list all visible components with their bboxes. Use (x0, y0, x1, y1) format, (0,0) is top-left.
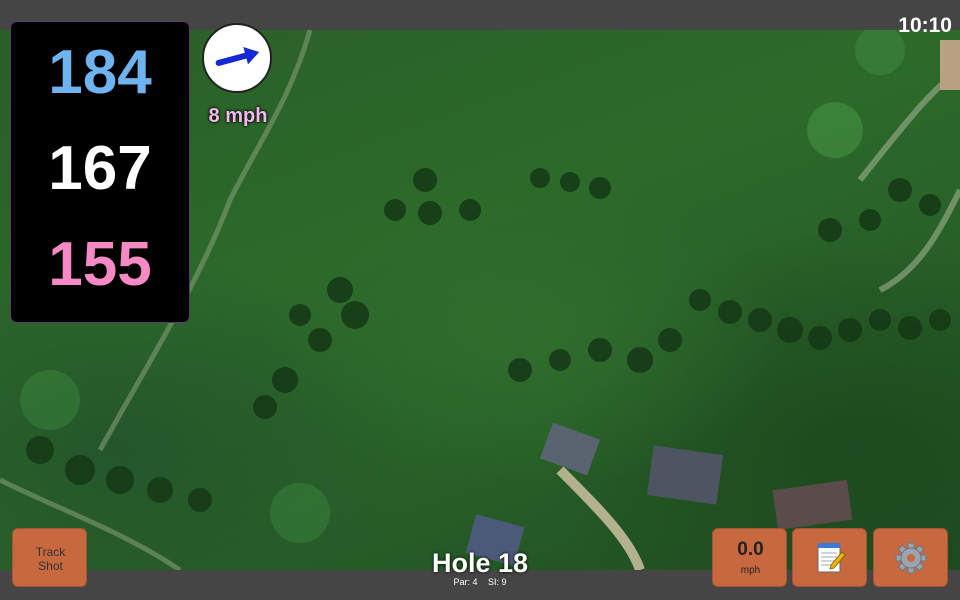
front-distance: 155 (48, 230, 152, 299)
speed-unit: mph (740, 565, 761, 576)
distance-panel: 184 167 155 (11, 22, 189, 322)
track-shot-label: Track Shot (35, 545, 66, 573)
gear-icon (895, 542, 927, 574)
clock: 10:10 (898, 14, 952, 37)
wind-speed-label: 8 mph (208, 105, 268, 127)
hole-info: Par: 4 SI: 9 (400, 577, 560, 587)
speed-button[interactable]: 0.0 mph (712, 528, 787, 587)
notepad-icon (817, 543, 846, 573)
notes-button[interactable] (792, 528, 867, 587)
stroke-index-label: SI: 9 (488, 577, 507, 587)
middle-distance: 167 (48, 134, 152, 203)
hole-title: Hole 18 (431, 548, 529, 578)
settings-button[interactable] (873, 528, 948, 587)
par-label: Par: 4 (453, 577, 478, 587)
wind-indicator[interactable] (202, 23, 272, 93)
wind-arrow-icon (215, 46, 260, 66)
back-distance: 184 (48, 38, 152, 107)
track-shot-button[interactable]: Track Shot (12, 528, 87, 587)
speed-value: 0.0 (737, 539, 764, 560)
